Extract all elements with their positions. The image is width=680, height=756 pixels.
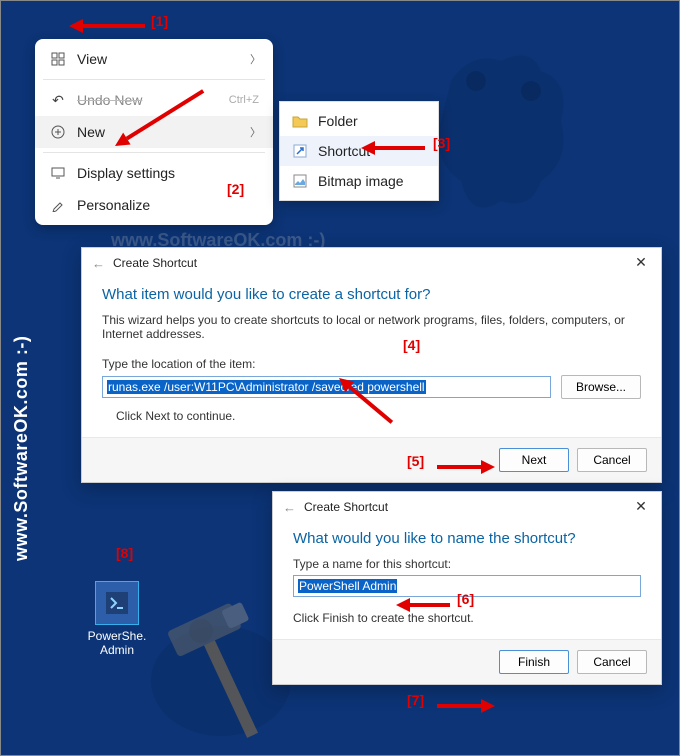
undo-icon: ↶ xyxy=(49,91,67,109)
create-shortcut-wizard-step2: ← Create Shortcut ✕ What would you like … xyxy=(272,491,662,685)
submenu-bitmap[interactable]: Bitmap image xyxy=(280,166,438,196)
callout-1: [1] xyxy=(151,13,168,29)
ctx-separator xyxy=(43,79,265,80)
folder-icon xyxy=(292,113,308,129)
arrow-5 xyxy=(437,460,495,474)
callout-4: [4] xyxy=(403,337,420,353)
ctx-display-label: Display settings xyxy=(77,165,175,181)
wizard1-crumb: Create Shortcut xyxy=(113,256,197,270)
location-input[interactable]: runas.exe /user:W11PC\Administrator /sav… xyxy=(102,376,551,398)
wizard2-note: Click Finish to create the shortcut. xyxy=(293,611,641,625)
back-arrow-icon[interactable]: ← xyxy=(283,500,296,515)
wizard1-header: ← Create Shortcut ✕ xyxy=(82,248,661,278)
shortcut-icon xyxy=(292,143,308,159)
shortcut-name-value: PowerShell Admin xyxy=(298,579,397,593)
callout-8: [8] xyxy=(116,545,133,561)
ctx-view-label: View xyxy=(77,51,107,67)
ctx-view[interactable]: View 〉 xyxy=(35,43,273,75)
callout-5: [5] xyxy=(407,453,424,469)
bitmap-image-icon xyxy=(292,173,308,189)
arrow-7 xyxy=(437,699,495,713)
callout-3: [3] xyxy=(433,135,450,151)
wizard1-description: This wizard helps you to create shortcut… xyxy=(102,313,641,341)
ctx-undo[interactable]: ↶ Undo New Ctrl+Z xyxy=(35,84,273,116)
callout-6: [6] xyxy=(457,591,474,607)
desktop-icon-label: PowerShe. Admin xyxy=(81,629,153,657)
brush-icon xyxy=(49,196,67,214)
create-shortcut-wizard-step1: ← Create Shortcut ✕ What item would you … xyxy=(81,247,662,483)
submenu-folder[interactable]: Folder xyxy=(280,106,438,136)
browse-button[interactable]: Browse... xyxy=(561,375,641,399)
wizard2-crumb: Create Shortcut xyxy=(304,500,388,514)
plus-circle-icon xyxy=(49,123,67,141)
powershell-icon xyxy=(95,581,139,625)
powershell-admin-desktop-shortcut[interactable]: PowerShe. Admin xyxy=(81,581,153,657)
watermark-vertical: www.SoftwareOK.com :-) xyxy=(11,336,32,561)
cancel-button[interactable]: Cancel xyxy=(577,448,647,472)
arrow-1 xyxy=(69,19,145,33)
close-button[interactable]: ✕ xyxy=(627,495,655,517)
wizard2-title: What would you like to name the shortcut… xyxy=(293,530,641,547)
close-button[interactable]: ✕ xyxy=(627,251,655,273)
chevron-right-icon: 〉 xyxy=(250,124,261,140)
callout-7: [7] xyxy=(407,692,424,708)
back-arrow-icon[interactable]: ← xyxy=(92,256,105,271)
wizard1-field-label: Type the location of the item: xyxy=(102,357,641,371)
wizard2-field-label: Type a name for this shortcut: xyxy=(293,557,641,571)
arrow-3 xyxy=(361,141,425,155)
desktop-context-menu: View 〉 ↶ Undo New Ctrl+Z New 〉 Display s… xyxy=(35,39,273,225)
wizard1-title: What item would you like to create a sho… xyxy=(102,286,641,303)
display-icon xyxy=(49,164,67,182)
arrow-6 xyxy=(396,598,450,612)
view-grid-icon xyxy=(49,50,67,68)
submenu-bitmap-label: Bitmap image xyxy=(318,173,404,189)
next-button[interactable]: Next xyxy=(499,448,569,472)
location-input-value: runas.exe /user:W11PC\Administrator /sav… xyxy=(107,380,426,394)
submenu-folder-label: Folder xyxy=(318,113,358,129)
ctx-personalize-label: Personalize xyxy=(77,197,150,213)
wizard2-header: ← Create Shortcut ✕ xyxy=(273,492,661,522)
callout-2: [2] xyxy=(227,181,244,197)
cancel-button[interactable]: Cancel xyxy=(577,650,647,674)
ctx-undo-label: Undo New xyxy=(77,92,142,108)
finish-button[interactable]: Finish xyxy=(499,650,569,674)
ctx-new-label: New xyxy=(77,124,105,140)
chevron-right-icon: 〉 xyxy=(250,51,261,67)
ctx-undo-key: Ctrl+Z xyxy=(229,94,259,106)
ctx-separator xyxy=(43,152,265,153)
